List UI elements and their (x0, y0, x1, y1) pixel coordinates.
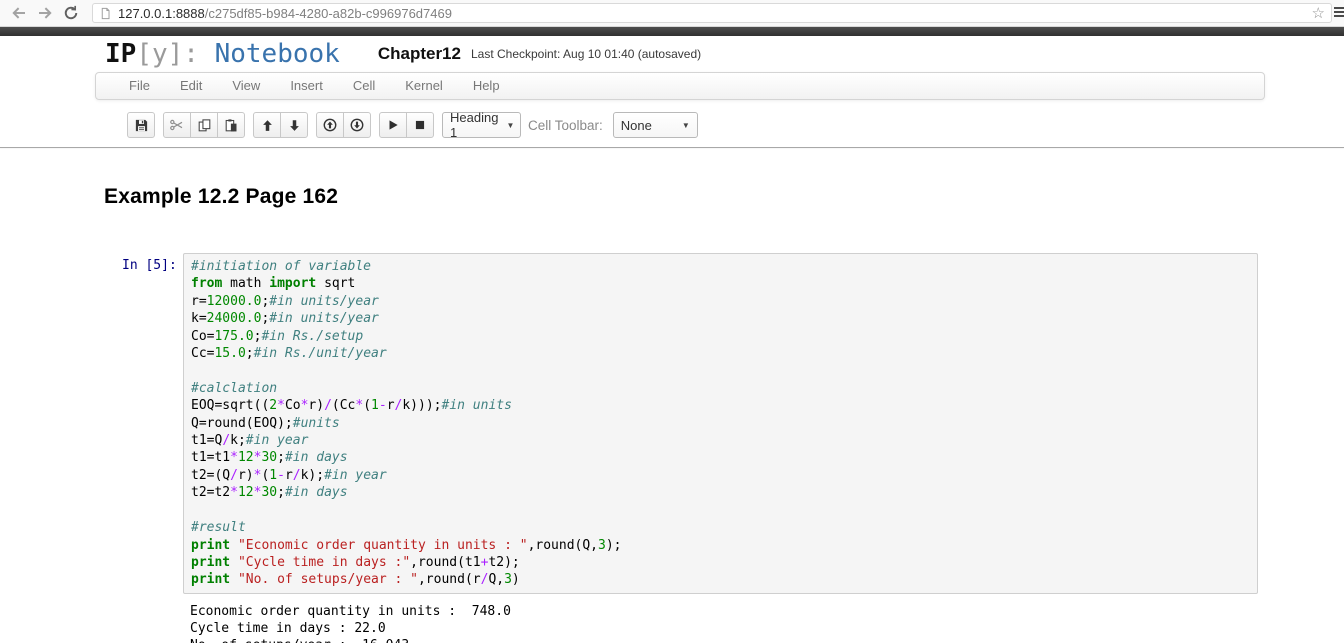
run-prev-icon (322, 117, 338, 133)
cell-toolbar-label: Cell Toolbar: (528, 118, 603, 133)
move-cell-up-button[interactable] (253, 112, 281, 138)
code-line: #initiation of variable (191, 258, 1250, 275)
heading-cell[interactable]: Example 12.2 Page 162 (104, 185, 1344, 209)
code-line: r=12000.0;#in units/year (191, 293, 1250, 310)
code-line: t1=t1*12*30;#in days (191, 449, 1250, 466)
checkpoint-status: Last Checkpoint: Aug 10 01:40 (autosaved… (471, 47, 701, 61)
menu-icon[interactable] (1334, 7, 1344, 19)
code-line: Cc=15.0;#in Rs./unit/year (191, 345, 1250, 362)
code-line: print "Cycle time in days :",round(t1+t2… (191, 554, 1250, 571)
interrupt-kernel-button[interactable] (406, 112, 434, 138)
chevron-down-icon: ▼ (506, 121, 514, 130)
code-line: #calclation (191, 380, 1250, 397)
code-line (191, 362, 1250, 379)
menu-item-file[interactable]: File (114, 73, 165, 99)
notebook-title[interactable]: Chapter12 (378, 44, 461, 64)
code-line: print "No. of setups/year : ",round(r/Q,… (191, 571, 1250, 588)
move-cell-down-button[interactable] (280, 112, 308, 138)
cell-toolbar-row: Heading 1 ▼ Cell Toolbar: None ▼ (0, 106, 1344, 147)
code-line: t2=t2*12*30;#in days (191, 484, 1250, 501)
cell-toolbar-select[interactable]: None ▼ (613, 112, 698, 138)
window-divider-strip (0, 27, 1344, 36)
reload-icon[interactable] (58, 2, 84, 24)
page-icon (99, 6, 112, 21)
insert-cell-below-button[interactable] (343, 112, 371, 138)
notebook-header: IP[y]: Notebook Chapter12 Last Checkpoin… (0, 36, 1344, 72)
menu-item-insert[interactable]: Insert (275, 73, 338, 99)
cut-cell-button[interactable] (163, 112, 191, 138)
move-up-icon (260, 118, 275, 133)
cell-type-value: Heading 1 (450, 110, 498, 140)
run-cell-button[interactable] (379, 112, 407, 138)
paste-icon (224, 118, 239, 133)
output-area: Economic order quantity in units : 748.0… (190, 603, 1344, 643)
output-line: Cycle time in days : 22.0 (190, 620, 1344, 637)
notebook-container: Example 12.2 Page 162 In [5]: #initiatio… (0, 185, 1344, 643)
output-line: Economic order quantity in units : 748.0 (190, 603, 1344, 620)
insert-cell-above-button[interactable] (316, 112, 344, 138)
browser-toolbar: 127.0.0.1:8888/c275df85-b984-4280-a82b-c… (0, 0, 1344, 27)
save-button[interactable] (127, 112, 155, 138)
cell-type-select[interactable]: Heading 1 ▼ (442, 112, 521, 138)
url-host: 127.0.0.1:8888 (118, 6, 205, 21)
bookmark-star-icon[interactable]: ☆ (1312, 6, 1325, 21)
code-line: from math import sqrt (191, 275, 1250, 292)
save-icon (134, 118, 149, 133)
code-line: #result (191, 519, 1250, 536)
menu-item-edit[interactable]: Edit (165, 73, 217, 99)
move-down-icon (287, 118, 302, 133)
code-line: t2=(Q/r)*(1-r/k);#in year (191, 467, 1250, 484)
url-text: 127.0.0.1:8888/c275df85-b984-4280-a82b-c… (118, 6, 452, 21)
code-line: Q=round(EOQ);#units (191, 415, 1250, 432)
cut-icon (169, 117, 185, 133)
code-line: EOQ=sqrt((2*Co*r)/(Cc*(1-r/k)));#in unit… (191, 397, 1250, 414)
code-line: print "Economic order quantity in units … (191, 537, 1250, 554)
code-line: k=24000.0;#in units/year (191, 310, 1250, 327)
menu-item-kernel[interactable]: Kernel (390, 73, 458, 99)
header-divider (0, 147, 1344, 148)
code-area: #initiation of variablefrom math import … (191, 258, 1250, 589)
menu-item-cell[interactable]: Cell (338, 73, 390, 99)
menu-item-help[interactable]: Help (458, 73, 515, 99)
menubar: FileEditViewInsertCellKernelHelp (95, 72, 1265, 100)
run-icon (386, 118, 400, 132)
menubar-wrap: FileEditViewInsertCellKernelHelp (0, 72, 1344, 106)
run-next-icon (349, 117, 365, 133)
logo-ip: IP (105, 39, 136, 69)
code-line: t1=Q/k;#in year (191, 432, 1250, 449)
output-line: No. of setups/year : 16.043 (190, 637, 1344, 643)
paste-cell-button[interactable] (217, 112, 245, 138)
input-prompt: In [5]: (122, 253, 183, 594)
logo-notebook: Notebook (199, 39, 340, 69)
forward-icon[interactable] (32, 2, 58, 24)
copy-cell-button[interactable] (190, 112, 218, 138)
url-path: /c275df85-b984-4280-a82b-c996976d7469 (205, 6, 452, 21)
stop-icon (413, 118, 427, 132)
chevron-down-icon: ▼ (682, 121, 690, 130)
code-cell[interactable]: In [5]: #initiation of variablefrom math… (122, 253, 1344, 594)
menu-item-view[interactable]: View (217, 73, 275, 99)
code-input-area[interactable]: #initiation of variablefrom math import … (183, 253, 1258, 594)
back-icon[interactable] (6, 2, 32, 24)
logo-y: [y]: (136, 39, 199, 69)
code-line (191, 502, 1250, 519)
copy-icon (197, 118, 212, 133)
code-line: Co=175.0;#in Rs./setup (191, 328, 1250, 345)
ipython-logo[interactable]: IP[y]: Notebook (105, 41, 340, 67)
cell-toolbar-value: None (621, 118, 652, 133)
address-bar[interactable]: 127.0.0.1:8888/c275df85-b984-4280-a82b-c… (92, 3, 1332, 23)
